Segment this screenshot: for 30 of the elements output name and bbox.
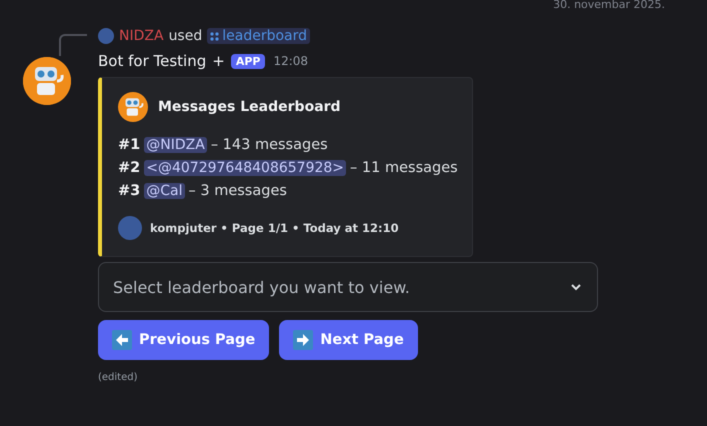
command-link[interactable]: leaderboard: [207, 28, 310, 44]
edited-label: (edited): [98, 372, 139, 383]
app-tag: APP: [230, 54, 266, 68]
message-count: – 3 messages: [188, 183, 287, 199]
reply-username[interactable]: NIDZA: [119, 28, 164, 44]
rank-label: #2: [118, 160, 140, 176]
previous-page-button[interactable]: Previous Page: [98, 320, 270, 360]
bot-avatar[interactable]: [23, 57, 71, 105]
message-count: – 143 messages: [210, 137, 328, 153]
leaderboard-select[interactable]: Select leaderboard you want to view.: [98, 262, 598, 312]
user-mention[interactable]: @NIDZA: [144, 137, 207, 153]
date-divider: 30. novembar 2025.: [553, 0, 665, 11]
timestamp: 12:08: [273, 54, 308, 68]
robot-avatar-icon: [118, 92, 148, 122]
user-avatar[interactable]: [98, 28, 114, 44]
reply-connector-line: [59, 34, 87, 56]
author-name[interactable]: Bot for Testing: [98, 52, 206, 70]
reply-verb: used: [168, 28, 202, 44]
footer-avatar: [118, 216, 142, 240]
plus-sign: +: [212, 52, 225, 70]
embed-title: Messages Leaderboard: [158, 99, 341, 115]
rank-label: #3: [118, 183, 140, 199]
user-mention[interactable]: @Cal: [144, 183, 184, 199]
user-mention[interactable]: <@407297648408657928>: [144, 160, 346, 176]
next-page-button[interactable]: Next Page: [279, 320, 418, 360]
robot-avatar-icon: [23, 57, 71, 105]
command-icon: [210, 32, 220, 40]
embed-footer: kompjuter • Page 1/1 • Today at 12:10: [150, 221, 399, 235]
rank-label: #1: [118, 137, 140, 153]
message-count: – 11 messages: [350, 160, 458, 176]
